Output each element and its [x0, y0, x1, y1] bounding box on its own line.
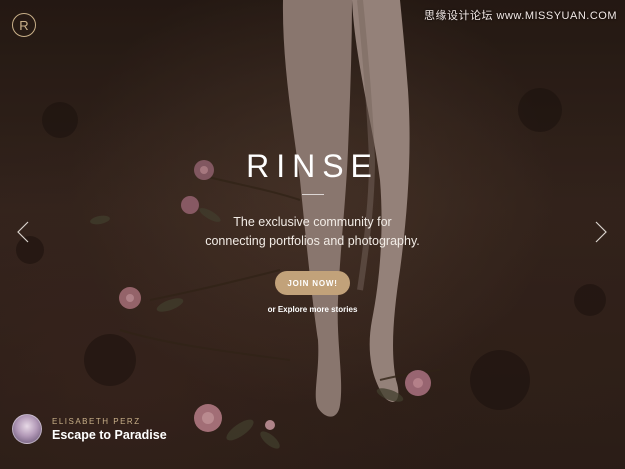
title-divider [302, 194, 324, 195]
tagline-line-1: The exclusive community for [233, 215, 392, 229]
avatar[interactable] [12, 414, 42, 444]
author-name[interactable]: ELISABETH PERZ [52, 417, 167, 426]
explore-stories-link[interactable]: or Explore more stories [0, 305, 625, 314]
featured-text: ELISABETH PERZ Escape to Paradise [52, 417, 167, 442]
hero-tagline: The exclusive community for connecting p… [0, 213, 625, 251]
tagline-line-2: connecting portfolios and photography. [205, 234, 420, 248]
chevron-right-icon [595, 221, 607, 243]
previous-slide-button[interactable] [16, 221, 30, 243]
brand-title: RINSE [246, 148, 379, 184]
next-slide-button[interactable] [594, 221, 608, 243]
watermark-text: 思缘设计论坛 www.MISSYUAN.COM [423, 10, 617, 22]
chevron-left-icon [17, 221, 29, 243]
story-title[interactable]: Escape to Paradise [52, 428, 167, 442]
logo-glyph: R [19, 17, 29, 33]
logo-icon[interactable]: R [12, 13, 36, 37]
featured-story[interactable]: ELISABETH PERZ Escape to Paradise [12, 414, 167, 444]
join-now-button[interactable]: JOIN NOW! [275, 271, 350, 295]
